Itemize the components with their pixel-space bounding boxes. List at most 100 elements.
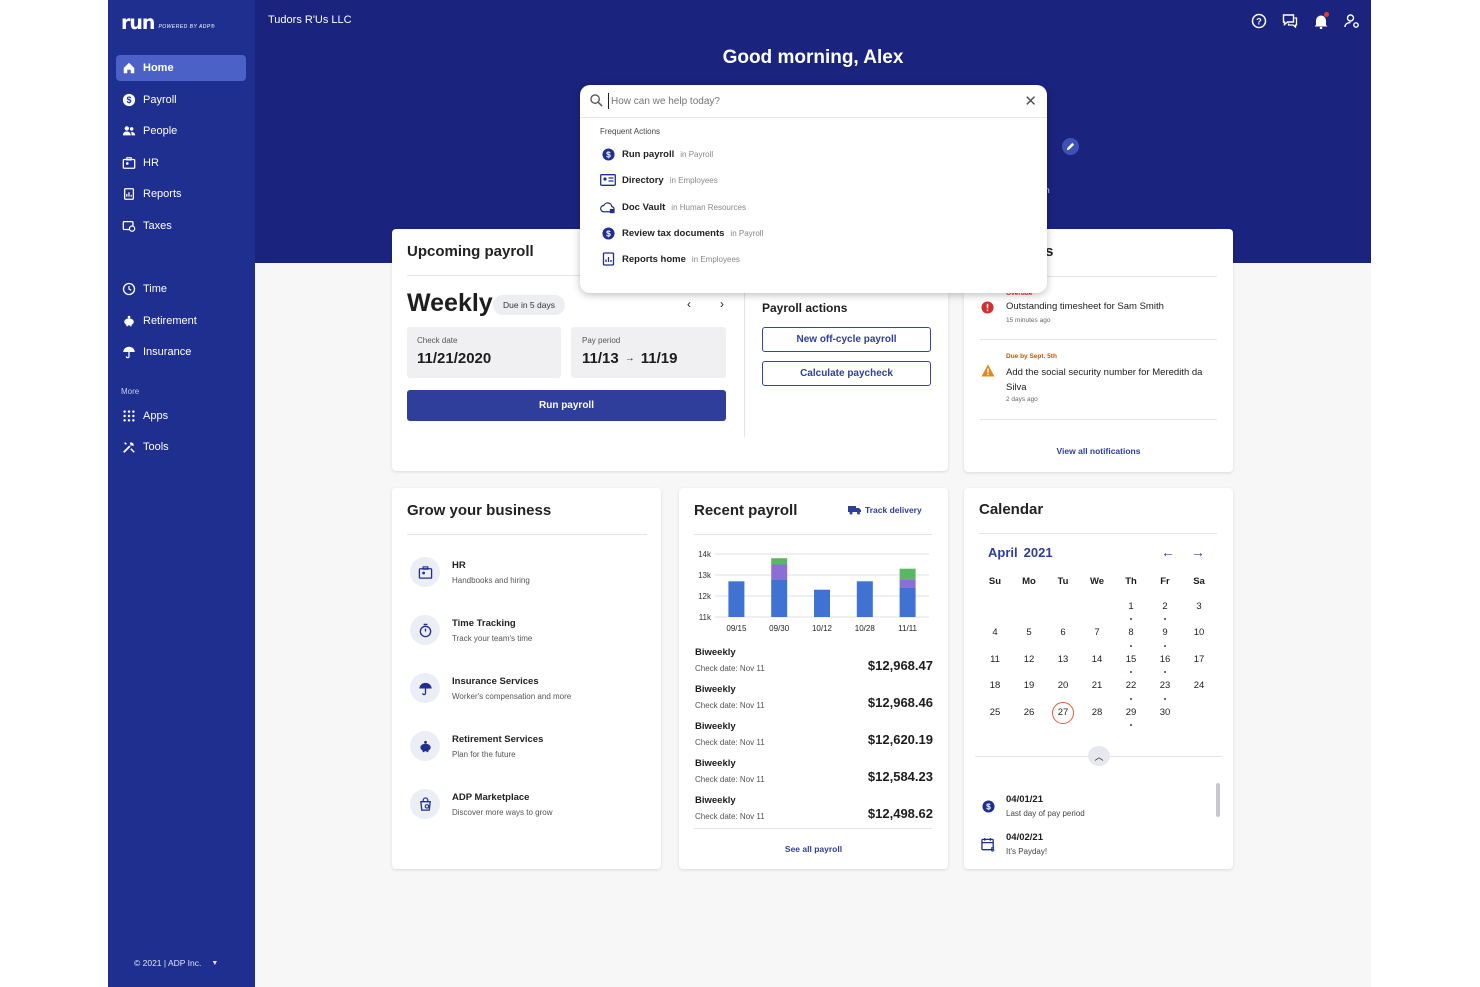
calendar-day[interactable]: 18 (978, 675, 1012, 701)
grow-item-insurance[interactable]: Insurance Services Worker's compensation … (410, 673, 571, 703)
copyright[interactable]: © 2021 | ADP Inc. ▼ (134, 958, 218, 968)
grow-item-hr[interactable]: HR Handbooks and hiring (410, 557, 530, 587)
calendar-day[interactable]: 25 (978, 702, 1012, 728)
action-reports-home[interactable]: Reports home in Employees (600, 251, 740, 267)
sidebar-item-reports[interactable]: Reports (116, 181, 246, 207)
calendar-day[interactable]: 15 (1114, 649, 1148, 675)
new-off-cycle-button[interactable]: New off-cycle payroll (762, 327, 931, 352)
prev-chevron-icon[interactable]: ‹ (687, 297, 691, 311)
collapse-chevron-up-icon[interactable]: ︿ (1088, 746, 1110, 766)
due-badge: Due in 5 days (493, 295, 565, 315)
payroll-row[interactable]: Biweekly Check date: Nov 11 $12,498.62 (695, 795, 933, 829)
company-name[interactable]: Tudors R'Us LLC (268, 14, 352, 26)
calendar-day[interactable]: 3 (1182, 596, 1216, 622)
calendar-day[interactable]: 29 (1114, 702, 1148, 728)
todo-text[interactable]: Outstanding timesheet for Sam Smith (1006, 301, 1216, 312)
sidebar-item-label: Payroll (143, 94, 177, 106)
search-input[interactable] (608, 93, 1008, 109)
sidebar-item-insurance[interactable]: Insurance (116, 339, 246, 365)
calendar-day[interactable]: 6 (1046, 622, 1080, 648)
grow-item-marketplace[interactable]: ADP Marketplace Discover more ways to gro… (410, 789, 552, 819)
grow-item-retirement[interactable]: Retirement Services Plan for the future (410, 731, 543, 761)
chart-bar (771, 558, 788, 565)
calendar-day[interactable]: 23 (1148, 675, 1182, 701)
calendar-day[interactable]: 9 (1148, 622, 1182, 648)
payroll-actions-title: Payroll actions (762, 301, 848, 315)
sidebar-item-apps[interactable]: Apps (116, 403, 246, 429)
sidebar-item-retirement[interactable]: Retirement (116, 308, 246, 334)
sidebar-item-taxes[interactable]: Taxes (116, 213, 246, 239)
payroll-row[interactable]: Biweekly Check date: Nov 11 $12,620.19 (695, 721, 933, 755)
run-payroll-button[interactable]: Run payroll (407, 390, 726, 421)
calendar-day[interactable]: 24 (1182, 675, 1216, 701)
prev-month-arrow-icon[interactable]: ← (1161, 544, 1175, 560)
calendar-weekday-header: Su Mo Tu We Th Fr Sa (978, 576, 1216, 596)
calculate-paycheck-button[interactable]: Calculate paycheck (762, 361, 931, 386)
app-frame: run POWERED BY ADP® Home $ Payroll Peopl… (108, 0, 1371, 987)
run-logo[interactable]: run POWERED BY ADP® (121, 12, 215, 34)
payroll-row[interactable]: Biweekly Check date: Nov 11 $12,968.46 (695, 684, 933, 718)
notifications-bell-icon[interactable] (1312, 12, 1330, 30)
calendar-day[interactable]: 27 (1046, 701, 1080, 728)
action-title: Doc Vault (622, 201, 666, 213)
edit-pencil-button[interactable] (1062, 138, 1079, 155)
action-directory[interactable]: Directory in Employees (600, 172, 718, 188)
help-icon[interactable]: ? (1250, 12, 1268, 30)
sidebar-item-payroll[interactable]: $ Payroll (116, 87, 246, 113)
action-context: in Payroll (680, 149, 714, 159)
sidebar-item-tools[interactable]: Tools (116, 434, 246, 460)
payroll-amount: $12,584.23 (867, 769, 933, 784)
calendar-year: 2021 (1023, 545, 1053, 560)
calendar-day[interactable]: 28 (1080, 702, 1114, 728)
piggy-bank-icon (410, 731, 440, 761)
next-month-arrow-icon[interactable]: → (1191, 544, 1205, 560)
check-date-box: Check date 11/21/2020 (407, 327, 561, 378)
calendar-day[interactable]: 8 (1114, 622, 1148, 648)
calendar-day[interactable]: 20 (1046, 675, 1080, 701)
calendar-day[interactable]: 2 (1148, 596, 1182, 622)
calendar-day[interactable]: 16 (1148, 649, 1182, 675)
event-desc: Last day of pay period (1006, 809, 1085, 818)
weekday-label: Sa (1193, 576, 1205, 587)
grow-item-title: Time Tracking (452, 617, 516, 629)
todo-status: Due by Sept. 5th (1006, 353, 1057, 360)
calendar-day[interactable]: 22 (1114, 675, 1148, 701)
payroll-row[interactable]: Biweekly Check date: Nov 11 $12,584.23 (695, 758, 933, 792)
calendar-day[interactable]: 26 (1012, 702, 1046, 728)
grow-item-time-tracking[interactable]: Time Tracking Track your team's time (410, 615, 532, 645)
action-doc-vault[interactable]: Doc Vault in Human Resources (600, 199, 746, 215)
see-all-payroll-link[interactable]: See all payroll (679, 844, 948, 854)
grow-item-title: Retirement Services (452, 733, 544, 745)
weekday-label: Fr (1160, 576, 1170, 587)
calendar-day[interactable]: 1 (1114, 596, 1148, 622)
sidebar-item-hr[interactable]: HR (116, 150, 246, 176)
view-all-notifications-link[interactable]: View all notifications (964, 446, 1233, 456)
calendar-day[interactable]: 30 (1148, 702, 1182, 728)
sidebar-item-people[interactable]: People (116, 118, 246, 144)
next-chevron-icon[interactable]: › (720, 297, 724, 311)
calendar-day[interactable]: 14 (1080, 649, 1114, 675)
todo-text[interactable]: Add the social security number for Mered… (1006, 365, 1216, 395)
calendar-day[interactable]: 12 (1012, 649, 1046, 675)
calendar-day[interactable]: 13 (1046, 649, 1080, 675)
calendar-day[interactable]: 21 (1080, 675, 1114, 701)
calendar-day[interactable]: 10 (1182, 622, 1216, 648)
track-delivery-link[interactable]: Track delivery (848, 505, 922, 515)
action-context: in Employees (691, 254, 740, 264)
sidebar-item-home[interactable]: Home (116, 55, 246, 81)
calendar-day[interactable]: 11 (978, 649, 1012, 675)
calendar-day[interactable]: 17 (1182, 649, 1216, 675)
calendar-day[interactable]: 5 (1012, 622, 1046, 648)
action-run-payroll[interactable]: $ Run payroll in Payroll (600, 146, 713, 162)
chat-icon[interactable] (1281, 12, 1299, 30)
sidebar-item-time[interactable]: Time (116, 276, 246, 302)
scrollbar-thumb[interactable] (1216, 783, 1220, 817)
calendar-day[interactable]: 4 (978, 622, 1012, 648)
action-review-tax-documents[interactable]: $ Review tax documents in Payroll (600, 225, 763, 241)
calendar-day[interactable]: 19 (1012, 675, 1046, 701)
calendar-day[interactable]: 7 (1080, 622, 1114, 648)
user-settings-icon[interactable] (1343, 12, 1361, 30)
action-context: in Employees (669, 175, 718, 185)
payroll-row[interactable]: Biweekly Check date: Nov 11 $12,968.47 (695, 647, 933, 681)
close-icon[interactable]: ✕ (1024, 92, 1037, 110)
